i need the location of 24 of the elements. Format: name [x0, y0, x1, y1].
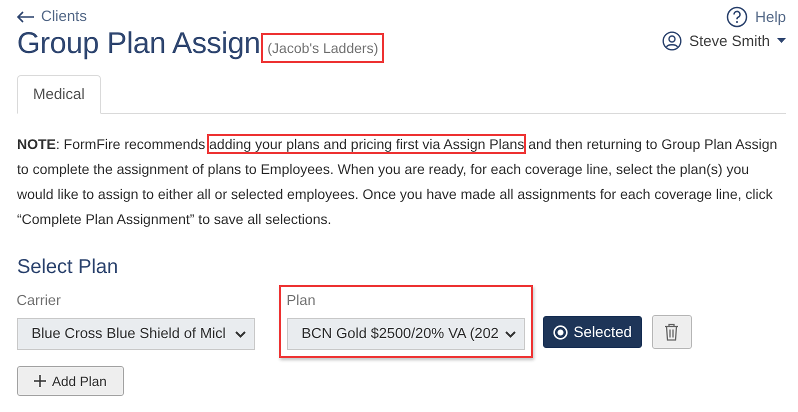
chevron-icon	[504, 330, 516, 338]
back-link[interactable]: Clients	[17, 8, 382, 25]
user-menu[interactable]: Steve Smith	[662, 31, 786, 51]
section-title: Select Plan	[17, 256, 120, 279]
client-name: (Jacob's Ladders)	[264, 36, 382, 60]
note-paragraph: NOTE: FormFire recommends adding your plans and pricing first via Assign Plans and then returning to Group Plan Assign to complete the assignment of plans to Employees. When you are ready, for each coverage line, select the plan(s) you would like to assign to either all or selected employees. Once you have made all assignments for each coverage line, click “Complete Plan Assignment” to save all selections.	[17, 135, 778, 229]
user-icon	[662, 31, 682, 51]
help-link[interactable]: Help	[726, 6, 786, 28]
dropdown[interactable]: Blue Cross Blue Shield of Micl	[16, 318, 254, 350]
radio-icon	[552, 324, 568, 340]
back-arrow-icon	[17, 10, 35, 22]
tab[interactable]: Medical	[17, 75, 101, 114]
add-plan-button[interactable]: Add Plan	[17, 366, 124, 396]
delete-button[interactable]	[652, 315, 692, 349]
field-label: Carrier	[16, 293, 62, 309]
selected-button[interactable]: Selected	[542, 316, 642, 348]
dropdown[interactable]: BCN Gold $2500/20% VA (202	[286, 318, 524, 350]
caret-icon	[777, 38, 786, 44]
page-title: Group Plan Assign	[17, 27, 260, 61]
chevron-icon	[234, 330, 246, 338]
plus-icon	[34, 375, 46, 387]
field-label: Plan	[286, 293, 317, 309]
help-icon	[726, 6, 748, 28]
trash-icon	[664, 323, 680, 341]
